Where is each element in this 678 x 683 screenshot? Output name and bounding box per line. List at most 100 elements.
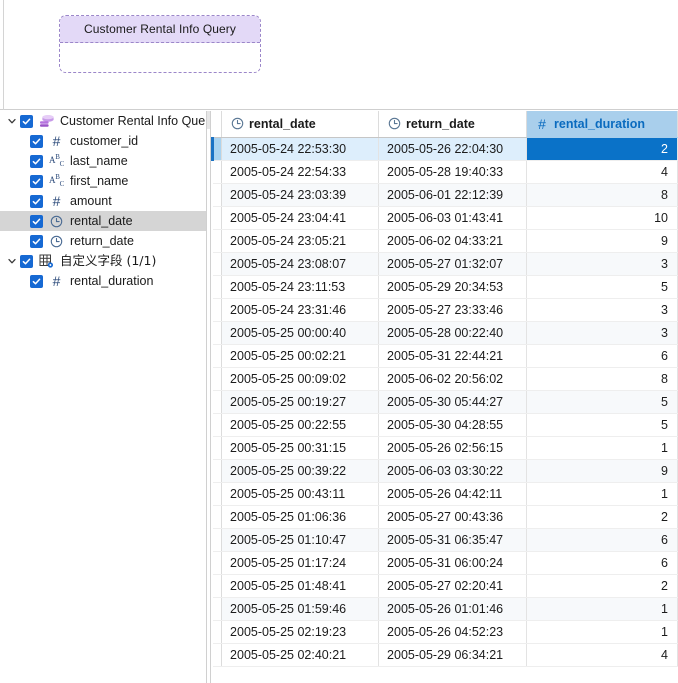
table-row[interactable]: 2005-05-25 00:09:02 2005-06-02 20:56:02 8 [212,367,678,391]
cell-rental_duration[interactable]: 9 [526,229,678,253]
cell-rental_date[interactable]: 2005-05-25 00:02:21 [221,344,380,368]
table-row[interactable]: 2005-05-25 00:43:11 2005-05-26 04:42:11 1 [212,482,678,506]
entity-box-customer-rental-info-query[interactable]: Customer Rental Info Query [59,15,261,73]
table-row[interactable]: 2005-05-24 23:08:07 2005-05-27 01:32:07 3 [212,252,678,276]
cell-return_date[interactable]: 2005-05-26 22:04:30 [378,137,527,161]
row-header-cell[interactable] [212,528,223,552]
result-grid-panel[interactable]: rental_date return_date # rental_duratio… [211,111,678,683]
cell-return_date[interactable]: 2005-05-30 05:44:27 [378,390,527,414]
cell-return_date[interactable]: 2005-05-26 04:52:23 [378,620,527,644]
cell-return_date[interactable]: 2005-05-28 19:40:33 [378,160,527,184]
cell-rental_date[interactable]: 2005-05-25 00:22:55 [221,413,380,437]
row-header-cell[interactable] [212,574,223,598]
table-row[interactable]: 2005-05-25 02:40:21 2005-05-29 06:34:21 4 [212,643,678,667]
cell-return_date[interactable]: 2005-06-01 22:12:39 [378,183,527,207]
table-row[interactable]: 2005-05-24 22:54:33 2005-05-28 19:40:33 4 [212,160,678,184]
cell-rental_duration[interactable]: 2 [526,137,678,161]
cell-rental_date[interactable]: 2005-05-24 23:31:46 [221,298,380,322]
column-header-rental_date[interactable]: rental_date [221,111,380,138]
cell-return_date[interactable]: 2005-05-31 06:35:47 [378,528,527,552]
cell-rental_duration[interactable]: 2 [526,574,678,598]
cell-return_date[interactable]: 2005-05-30 04:28:55 [378,413,527,437]
table-row[interactable]: 2005-05-25 00:39:22 2005-06-03 03:30:22 9 [212,459,678,483]
cell-rental_duration[interactable]: 3 [526,321,678,345]
tree-item-rental_duration[interactable]: # rental_duration [0,271,206,291]
row-header-cell[interactable] [212,620,223,644]
checkbox-rental_date[interactable] [30,214,43,228]
tree-item-return_date[interactable]: return_date [0,231,206,251]
table-row[interactable]: 2005-05-25 00:02:21 2005-05-31 22:44:21 6 [212,344,678,368]
cell-rental_date[interactable]: 2005-05-24 23:11:53 [221,275,380,299]
cell-rental_date[interactable]: 2005-05-25 02:19:23 [221,620,380,644]
row-header-cell[interactable] [212,252,223,276]
table-row[interactable]: 2005-05-25 00:00:40 2005-05-28 00:22:40 3 [212,321,678,345]
cell-return_date[interactable]: 2005-05-26 04:42:11 [378,482,527,506]
cell-return_date[interactable]: 2005-06-03 01:43:41 [378,206,527,230]
table-row[interactable]: 2005-05-25 02:19:23 2005-05-26 04:52:23 1 [212,620,678,644]
checkbox-return_date[interactable] [30,234,43,248]
cell-rental_duration[interactable]: 4 [526,160,678,184]
row-header-cell[interactable] [212,321,223,345]
cell-rental_duration[interactable]: 8 [526,367,678,391]
cell-return_date[interactable]: 2005-05-31 22:44:21 [378,344,527,368]
cell-rental_date[interactable]: 2005-05-24 23:08:07 [221,252,380,276]
cell-return_date[interactable]: 2005-05-29 06:34:21 [378,643,527,667]
cell-return_date[interactable]: 2005-05-27 01:32:07 [378,252,527,276]
row-header-cell[interactable] [212,275,223,299]
column-header-return_date[interactable]: return_date [378,111,527,138]
row-header-cell[interactable] [212,505,223,529]
cell-rental_duration[interactable]: 6 [526,551,678,575]
cell-return_date[interactable]: 2005-05-29 20:34:53 [378,275,527,299]
row-header-cell[interactable] [212,551,223,575]
table-row[interactable]: 2005-05-25 01:06:36 2005-05-27 00:43:36 2 [212,505,678,529]
cell-rental_date[interactable]: 2005-05-24 23:03:39 [221,183,380,207]
cell-rental_date[interactable]: 2005-05-25 01:59:46 [221,597,380,621]
table-row[interactable]: 2005-05-25 01:17:24 2005-05-31 06:00:24 6 [212,551,678,575]
field-tree-panel[interactable]: Customer Rental Info Quer # customer_id … [0,111,206,683]
splitter-grip[interactable] [207,111,210,129]
row-header-cell[interactable] [212,344,223,368]
cell-rental_date[interactable]: 2005-05-24 22:53:30 [221,137,380,161]
cell-return_date[interactable]: 2005-05-26 02:56:15 [378,436,527,460]
checkbox-last_name[interactable] [30,154,43,168]
cell-return_date[interactable]: 2005-05-26 01:01:46 [378,597,527,621]
table-row[interactable]: 2005-05-25 01:59:46 2005-05-26 01:01:46 1 [212,597,678,621]
cell-return_date[interactable]: 2005-06-02 20:56:02 [378,367,527,391]
table-row[interactable]: 2005-05-25 01:10:47 2005-05-31 06:35:47 6 [212,528,678,552]
table-row[interactable]: 2005-05-25 00:31:15 2005-05-26 02:56:15 1 [212,436,678,460]
table-row[interactable]: 2005-05-24 23:04:41 2005-06-03 01:43:41 10 [212,206,678,230]
cell-rental_date[interactable]: 2005-05-25 00:19:27 [221,390,380,414]
query-diagram-canvas[interactable]: Customer Rental Info Query [0,0,678,110]
tree-item-last_name[interactable]: ABC last_name [0,151,206,171]
tree-item-customer_id[interactable]: # customer_id [0,131,206,151]
cell-rental_date[interactable]: 2005-05-24 23:04:41 [221,206,380,230]
cell-rental_date[interactable]: 2005-05-25 00:31:15 [221,436,380,460]
cell-rental_duration[interactable]: 1 [526,620,678,644]
cell-rental_duration[interactable]: 10 [526,206,678,230]
table-row[interactable]: 2005-05-24 23:11:53 2005-05-29 20:34:53 5 [212,275,678,299]
table-row[interactable]: 2005-05-24 22:53:30 2005-05-26 22:04:30 2 [211,137,678,161]
cell-rental_date[interactable]: 2005-05-25 01:48:41 [221,574,380,598]
cell-rental_duration[interactable]: 9 [526,459,678,483]
row-header-cell[interactable] [212,206,223,230]
row-header-cell[interactable] [212,160,223,184]
checkbox-first_name[interactable] [30,174,43,188]
table-row[interactable]: 2005-05-25 00:19:27 2005-05-30 05:44:27 5 [212,390,678,414]
column-header-rental_duration[interactable]: # rental_duration [526,111,678,138]
cell-return_date[interactable]: 2005-05-31 06:00:24 [378,551,527,575]
checkbox-custom-fields-group[interactable] [20,254,33,268]
cell-return_date[interactable]: 2005-06-02 04:33:21 [378,229,527,253]
tree-item-amount[interactable]: # amount [0,191,206,211]
tree-item-first_name[interactable]: ABC first_name [0,171,206,191]
tree-item-rental_date[interactable]: rental_date [0,211,206,231]
cell-rental_date[interactable]: 2005-05-25 00:00:40 [221,321,380,345]
cell-rental_date[interactable]: 2005-05-25 02:40:21 [221,643,380,667]
row-header-cell[interactable] [212,436,223,460]
row-header-cell[interactable] [212,183,223,207]
cell-rental_date[interactable]: 2005-05-24 22:54:33 [221,160,380,184]
cell-rental_duration[interactable]: 1 [526,482,678,506]
cell-rental_date[interactable]: 2005-05-25 01:06:36 [221,505,380,529]
row-header-cell[interactable] [212,643,223,667]
row-header-cell[interactable] [212,390,223,414]
row-header-cell[interactable] [212,229,223,253]
